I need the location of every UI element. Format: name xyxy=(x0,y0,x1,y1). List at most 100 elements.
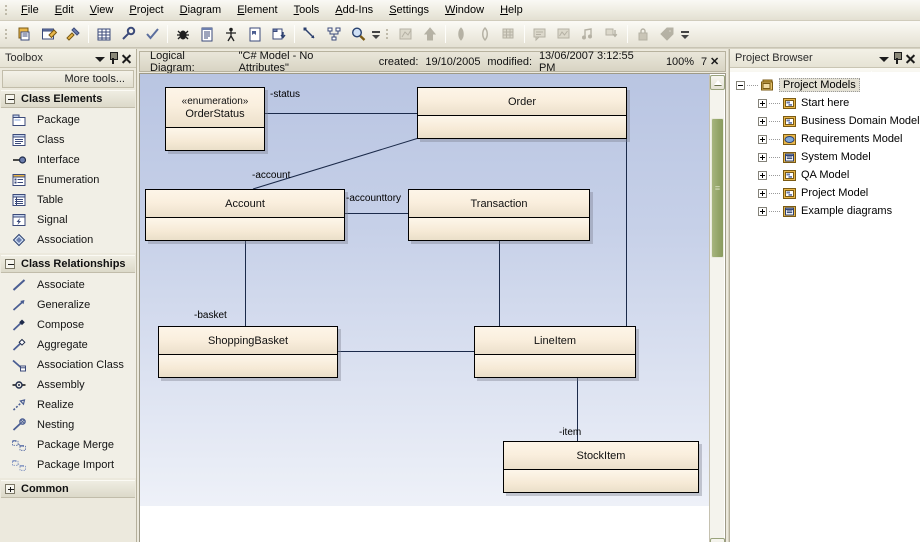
tree-node-requirements-model[interactable]: Requirements Model xyxy=(730,130,920,148)
toolbox-section-class-relationships[interactable]: Class Relationships xyxy=(1,255,135,273)
expand-icon[interactable] xyxy=(758,206,767,216)
toolbox-item-package-merge[interactable]: Package Merge xyxy=(0,435,136,455)
vertical-scrollbar-thumb[interactable]: ≡ xyxy=(711,118,724,258)
toolbox-item-table[interactable]: Table xyxy=(0,190,136,210)
toolbox-item-signal[interactable]: Signal xyxy=(0,210,136,230)
toolbox-item-aggregate[interactable]: Aggregate xyxy=(0,335,136,355)
testing-icon[interactable] xyxy=(220,23,242,45)
tree-connector xyxy=(769,156,780,158)
menu-diagram[interactable]: Diagram xyxy=(172,1,230,19)
connector-transaction-lineitem[interactable] xyxy=(499,239,500,326)
toolbar-grip-1[interactable] xyxy=(3,26,11,42)
menu-settings[interactable]: Settings xyxy=(381,1,437,19)
pin-icon[interactable] xyxy=(108,52,118,64)
scroll-up-button[interactable] xyxy=(710,75,725,90)
menu-edit[interactable]: Edit xyxy=(47,1,82,19)
toolbox-item-interface[interactable]: Interface xyxy=(0,150,136,170)
close-icon[interactable] xyxy=(905,53,916,64)
toolbox-item-package[interactable]: Package xyxy=(0,110,136,130)
close-icon[interactable] xyxy=(121,53,132,64)
document-list-icon[interactable] xyxy=(196,23,218,45)
toolbar-overflow-button-2[interactable] xyxy=(680,24,690,44)
menu-element[interactable]: Element xyxy=(229,1,285,19)
more-tools-button[interactable]: More tools... xyxy=(2,70,134,88)
spreadsheet-icon[interactable] xyxy=(93,23,115,45)
project-browser-tree[interactable]: Project Models Start here Business Domai… xyxy=(730,72,920,542)
tree-node-qa-model[interactable]: QA Model xyxy=(730,166,920,184)
menu-view[interactable]: View xyxy=(82,1,122,19)
toolbox-item-class[interactable]: Class xyxy=(0,130,136,150)
uml-class-transaction[interactable]: Transaction xyxy=(408,189,590,241)
package-export-icon[interactable] xyxy=(268,23,290,45)
expand-icon[interactable] xyxy=(758,134,767,144)
open-project-icon[interactable] xyxy=(38,23,60,45)
menu-project[interactable]: Project xyxy=(121,1,171,19)
expand-icon[interactable] xyxy=(758,98,767,108)
uml-class-order[interactable]: Order xyxy=(417,87,627,139)
toolbox-item-realize[interactable]: Realize xyxy=(0,395,136,415)
toolbox-item-nesting[interactable]: Nesting xyxy=(0,415,136,435)
scroll-down-button[interactable] xyxy=(710,538,725,542)
connector-account-shoppingbasket[interactable] xyxy=(245,239,246,326)
search-icon[interactable] xyxy=(347,23,369,45)
toolbox-section-common[interactable]: Common xyxy=(1,480,135,498)
debug-bug-icon[interactable] xyxy=(172,23,194,45)
toolbox-section-class-elements[interactable]: Class Elements xyxy=(1,90,135,108)
connector-shoppingbasket-lineitem[interactable] xyxy=(338,351,474,352)
uml-class-lineitem[interactable]: LineItem xyxy=(474,326,636,378)
menubar-grip[interactable] xyxy=(3,2,11,18)
resource-icon[interactable] xyxy=(244,23,266,45)
diagram-vertical-scrollbar[interactable]: ≡ xyxy=(709,75,725,542)
toolbox-item-associate[interactable]: Associate xyxy=(0,275,136,295)
toolbox-item-association-class[interactable]: Association Class xyxy=(0,355,136,375)
toolbox-item-enumeration[interactable]: Enumeration xyxy=(0,170,136,190)
collapse-icon[interactable] xyxy=(736,80,745,90)
connector-account-transaction[interactable] xyxy=(345,213,408,214)
uml-class-stockitem[interactable]: StockItem xyxy=(503,441,699,493)
new-project-icon[interactable] xyxy=(14,23,36,45)
expand-icon[interactable] xyxy=(758,152,767,162)
toolbox-title: Toolbox xyxy=(5,52,43,64)
toolbox-item-assembly[interactable]: Assembly xyxy=(0,375,136,395)
relationship-icon[interactable] xyxy=(299,23,321,45)
tree-node-example-diagrams[interactable]: Example diagrams xyxy=(730,202,920,220)
expand-icon[interactable] xyxy=(758,170,767,180)
toolbox-item-compose[interactable]: Compose xyxy=(0,315,136,335)
toolbox-item-package-import[interactable]: Package Import xyxy=(0,455,136,475)
chevron-down-icon[interactable] xyxy=(878,53,889,64)
tree-node-start-here[interactable]: Start here xyxy=(730,94,920,112)
toolbox-item-generalize[interactable]: Generalize xyxy=(0,295,136,315)
menu-tools[interactable]: Tools xyxy=(286,1,328,19)
tree-node-system-model[interactable]: System Model xyxy=(730,148,920,166)
expand-icon[interactable] xyxy=(758,188,767,198)
toolbar-overflow-button-1[interactable] xyxy=(371,24,381,44)
uml-class-account[interactable]: Account xyxy=(145,189,345,241)
menu-window[interactable]: Window xyxy=(437,1,492,19)
diagram-canvas[interactable]: «enumeration» OrderStatus Order Account Tran… xyxy=(140,74,710,506)
uml-class-shoppingbasket[interactable]: ShoppingBasket xyxy=(158,326,338,378)
pin-icon[interactable] xyxy=(892,52,902,64)
tools-icon[interactable] xyxy=(62,23,84,45)
close-diagram-button[interactable]: ✕ xyxy=(707,54,722,69)
chevron-down-icon[interactable] xyxy=(94,53,105,64)
connector-label[interactable]: -item xyxy=(559,427,581,438)
tree-node-business-domain-model[interactable]: Business Domain Model xyxy=(730,112,920,130)
connector-label[interactable]: -basket xyxy=(194,310,227,321)
tree-node-project-model[interactable]: Project Model xyxy=(730,184,920,202)
menu-help[interactable]: Help xyxy=(492,1,531,19)
expand-icon[interactable] xyxy=(758,116,767,126)
connector-orderstatus-order[interactable] xyxy=(265,113,417,114)
connector-label[interactable]: -accounttory xyxy=(346,193,401,204)
connector-order-lineitem[interactable] xyxy=(626,137,627,326)
toolbox-item-association[interactable]: Association xyxy=(0,230,136,250)
checkmark-icon[interactable] xyxy=(141,23,163,45)
menu-add-ins[interactable]: Add-Ins xyxy=(327,1,381,19)
hierarchy-icon[interactable] xyxy=(323,23,345,45)
toolbar-grip-2[interactable] xyxy=(384,26,392,42)
tree-node-project-models[interactable]: Project Models xyxy=(730,76,920,94)
connector-label[interactable]: -status xyxy=(270,89,300,100)
connector-label[interactable]: -account xyxy=(252,170,290,181)
uml-class-orderstatus[interactable]: «enumeration» OrderStatus xyxy=(165,87,265,151)
menu-file[interactable]: File xyxy=(13,1,47,19)
wrench-icon[interactable] xyxy=(117,23,139,45)
